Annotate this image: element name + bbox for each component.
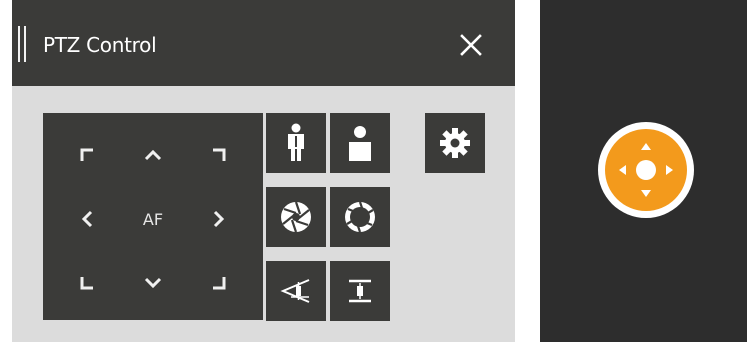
panel-header: PTZ Control (12, 0, 515, 86)
ptz-joystick[interactable] (598, 122, 694, 218)
settings-button[interactable] (425, 113, 485, 173)
close-icon (460, 34, 482, 56)
chevron-left-icon (81, 210, 93, 228)
focus-far-icon (349, 279, 371, 303)
pan-up-right-button[interactable] (199, 135, 239, 175)
corner-up-right-icon (213, 148, 226, 161)
panel-title: PTZ Control (43, 33, 157, 57)
tilt-up-button[interactable] (133, 135, 173, 175)
drag-handle-icon[interactable] (18, 26, 28, 62)
focus-near-icon (280, 279, 310, 303)
focus-near-button[interactable] (266, 261, 326, 321)
zoom-out-button[interactable] (330, 113, 390, 173)
ptz-control-panel: PTZ Control AF (12, 0, 515, 342)
pan-up-left-button[interactable] (67, 135, 107, 175)
corner-down-right-icon (213, 277, 226, 290)
pan-down-left-button[interactable] (67, 263, 107, 303)
tilt-down-button[interactable] (133, 263, 173, 303)
ptz-joystick-inner (605, 129, 687, 211)
corner-up-left-icon (80, 148, 93, 161)
iris-close-button[interactable] (330, 187, 390, 247)
chevron-down-icon (144, 277, 162, 289)
ptz-joystick-icon (619, 143, 673, 197)
chevron-up-icon (144, 149, 162, 161)
iris-open-button[interactable] (266, 187, 326, 247)
chevron-right-icon (213, 210, 225, 228)
aperture-close-icon (345, 201, 375, 233)
pan-left-button[interactable] (67, 199, 107, 239)
pan-right-button[interactable] (199, 199, 239, 239)
camera-preview (540, 0, 747, 342)
person-zoom-in-icon (288, 123, 304, 161)
aperture-open-icon (281, 201, 311, 233)
person-zoom-out-icon (349, 126, 371, 161)
ptz-direction-pad: AF (43, 113, 263, 320)
autofocus-button[interactable]: AF (133, 199, 173, 239)
autofocus-label: AF (142, 209, 164, 229)
corner-down-left-icon (80, 277, 93, 290)
pan-down-right-button[interactable] (199, 263, 239, 303)
focus-far-button[interactable] (330, 261, 390, 321)
close-button[interactable] (453, 27, 489, 63)
gear-icon (440, 128, 470, 158)
zoom-in-button[interactable] (266, 113, 326, 173)
